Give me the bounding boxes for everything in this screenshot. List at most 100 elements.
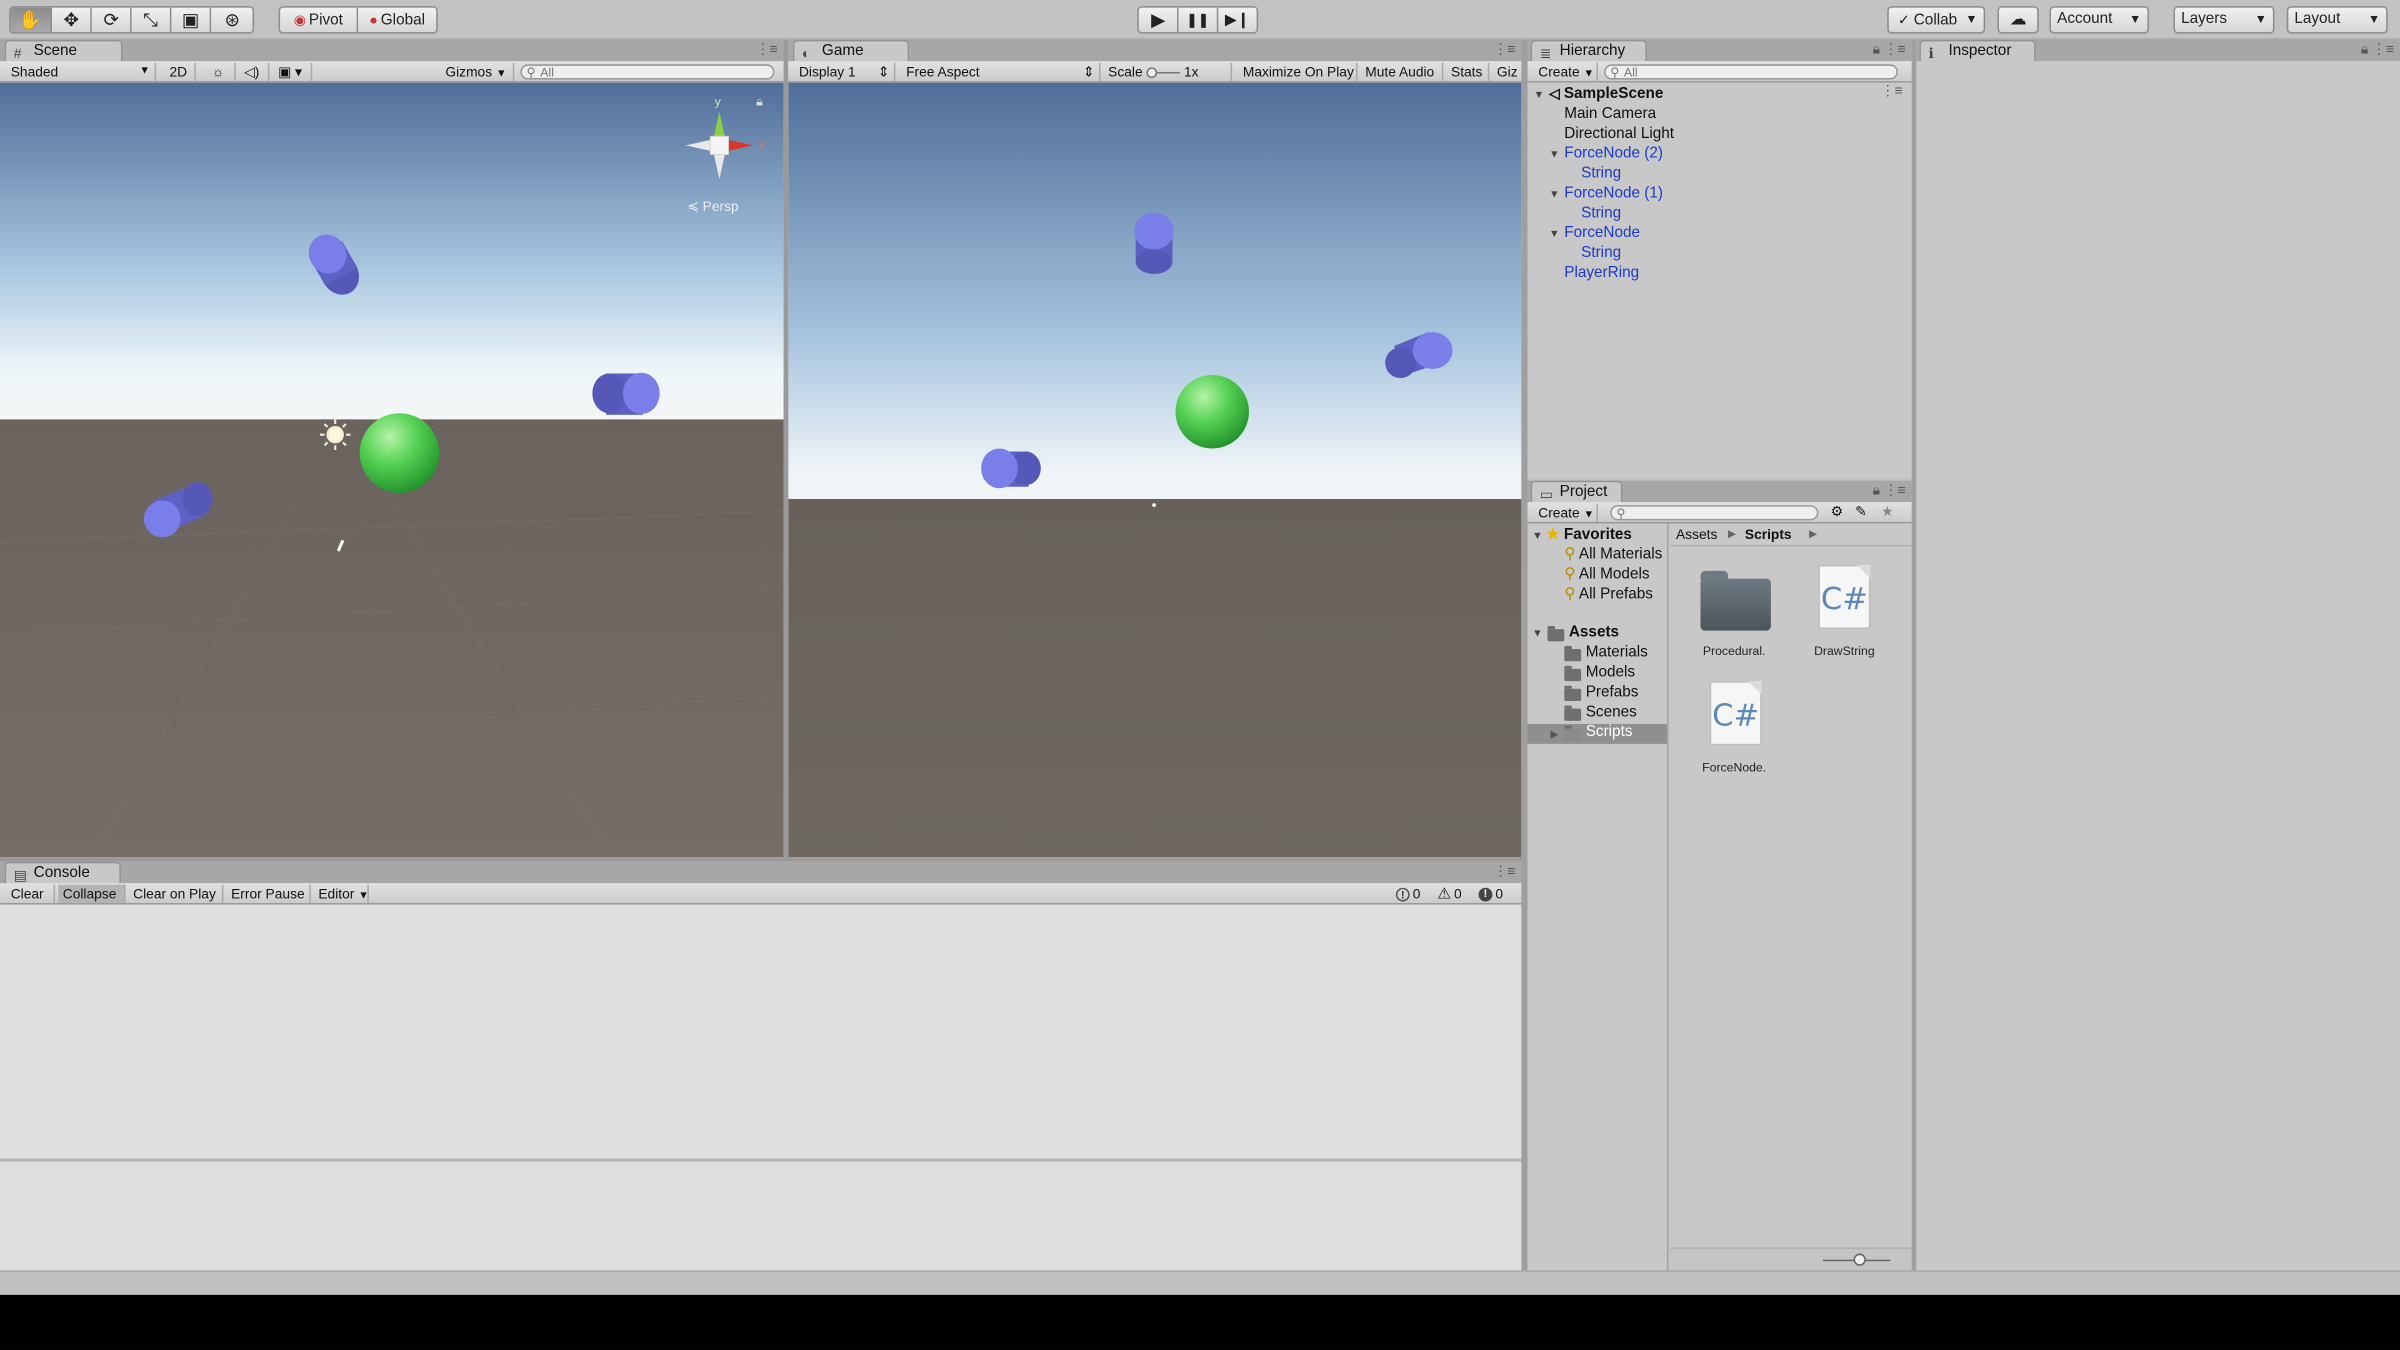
editor-dropdown[interactable]: Editor ▼: [314, 884, 369, 904]
panel-menu-icon[interactable]: ⋮≡: [1493, 863, 1515, 880]
tab-inspector[interactable]: ℹ Inspector: [1919, 39, 2036, 62]
hierarchy-item[interactable]: ForceNode: [1564, 223, 1640, 243]
hierarchy-item[interactable]: ForceNode (1): [1564, 184, 1663, 204]
play-button[interactable]: ▶: [1138, 7, 1180, 33]
hierarchy-item[interactable]: String: [1581, 243, 1621, 263]
hand-tool-button[interactable]: ✋: [10, 7, 52, 33]
hierarchy-create-dropdown[interactable]: Create ▼: [1534, 62, 1598, 82]
expand-triangle-icon[interactable]: ▼: [1549, 150, 1560, 161]
effects-dropdown[interactable]: ▣ ▾: [269, 62, 313, 82]
panel-menu-icon[interactable]: 🔒︎ ⋮≡: [1873, 482, 1906, 499]
gizmos-dropdown[interactable]: Gizmos ▼: [441, 62, 515, 82]
panel-menu-icon[interactable]: 🔒︎ ⋮≡: [2361, 41, 2394, 58]
panel-menu-icon[interactable]: ⋮≡: [1493, 41, 1515, 58]
tab-scene[interactable]: # Scene: [4, 39, 123, 62]
tab-project[interactable]: ▭ Project: [1530, 480, 1623, 503]
panel-menu-icon[interactable]: 🔒︎ ⋮≡: [1873, 41, 1906, 58]
panel-menu-icon[interactable]: ⋮≡: [756, 41, 778, 58]
hierarchy-item[interactable]: String: [1581, 164, 1621, 184]
slider-thumb[interactable]: [1146, 67, 1158, 79]
collapse-triangle-icon[interactable]: ▶: [1550, 729, 1558, 741]
move-tool-button[interactable]: ✥: [51, 7, 93, 33]
project-search-input[interactable]: ⚲: [1610, 505, 1819, 521]
favorite-item[interactable]: ⚲ All Models: [1564, 566, 1649, 583]
console-log-list[interactable]: [0, 904, 1522, 1159]
clear-on-play-toggle[interactable]: Clear on Play: [129, 884, 224, 904]
scene-viewport[interactable]: y x 🔒︎ ≼ Persp: [0, 82, 784, 858]
folder-icon[interactable]: [1700, 570, 1771, 631]
favorite-item[interactable]: ⚲ All Prefabs: [1564, 586, 1653, 603]
error-count-toggle[interactable]: ! 0: [1478, 886, 1503, 903]
lighting-toggle[interactable]: ☼: [202, 62, 236, 82]
game-viewport[interactable]: [788, 82, 1522, 858]
warning-count-toggle[interactable]: ⚠ 0: [1437, 886, 1461, 903]
folder-item-selected[interactable]: Scripts: [1586, 724, 1633, 741]
audio-toggle[interactable]: ◁): [236, 62, 270, 82]
cylinder-2[interactable]: [592, 372, 660, 415]
game-gizmos-dropdown[interactable]: Giz: [1492, 63, 1521, 81]
filter-label-icon[interactable]: ✎: [1855, 504, 1867, 521]
stats-toggle[interactable]: Stats: [1446, 62, 1490, 82]
slider-thumb[interactable]: [1853, 1253, 1866, 1266]
asset-label[interactable]: DrawString: [1798, 644, 1890, 658]
global-button[interactable]: ● Global: [358, 7, 437, 33]
2d-toggle[interactable]: 2D: [162, 62, 196, 82]
hierarchy-item[interactable]: String: [1581, 204, 1621, 224]
pause-button[interactable]: ❚❚: [1179, 7, 1218, 33]
cylinder-3[interactable]: [981, 448, 1041, 489]
scene-menu-icon[interactable]: ⋮≡: [1881, 83, 1903, 100]
hierarchy-item[interactable]: Main Camera: [1564, 104, 1656, 124]
layout-dropdown[interactable]: Layout ▼: [2286, 6, 2388, 34]
persp-label[interactable]: ≼ Persp: [687, 199, 738, 216]
breadcrumb-scripts[interactable]: Scripts: [1745, 527, 1792, 542]
filter-type-icon[interactable]: ⚙: [1831, 504, 1843, 521]
shading-mode-dropdown[interactable]: Shaded ▼: [6, 62, 157, 82]
expand-triangle-icon[interactable]: ▼: [1549, 230, 1560, 241]
csharp-script-icon[interactable]: C#: [1818, 564, 1871, 630]
cloud-button[interactable]: ☁: [1997, 6, 2039, 34]
lock-icon[interactable]: 🔒︎: [756, 95, 763, 110]
info-count-toggle[interactable]: ! 0: [1395, 886, 1420, 903]
transform-tool-button[interactable]: ⊛: [211, 7, 253, 33]
scale-slider[interactable]: Scale 1x: [1104, 62, 1233, 82]
green-sphere[interactable]: [359, 413, 440, 493]
folder-item[interactable]: Prefabs: [1586, 684, 1639, 701]
account-dropdown[interactable]: Account ▼: [2049, 6, 2149, 34]
favorite-item[interactable]: ⚲ All Materials: [1564, 546, 1662, 563]
tab-hierarchy[interactable]: ≣ Hierarchy: [1530, 39, 1647, 62]
hierarchy-item[interactable]: Directional Light: [1564, 124, 1674, 144]
pivot-button[interactable]: ◉ Pivot: [280, 7, 359, 33]
expand-triangle-icon[interactable]: ▼: [1549, 190, 1560, 201]
breadcrumb-assets[interactable]: Assets: [1676, 527, 1717, 542]
project-create-dropdown[interactable]: Create ▼: [1534, 503, 1598, 522]
scale-tool-button[interactable]: ⤡: [131, 7, 171, 33]
rotate-tool-button[interactable]: ⟳: [92, 7, 132, 33]
asset-label[interactable]: ForceNode.: [1688, 761, 1780, 775]
scene-root[interactable]: ◁ SampleScene: [1549, 84, 1663, 104]
error-pause-toggle[interactable]: Error Pause: [227, 884, 311, 904]
assets-node[interactable]: Assets: [1569, 624, 1619, 641]
asset-label[interactable]: Procedural.: [1688, 644, 1780, 658]
expand-triangle-icon[interactable]: ▼: [1534, 90, 1545, 101]
favorites-node[interactable]: ★ Favorites: [1546, 527, 1632, 544]
step-button[interactable]: ▶❙: [1217, 7, 1257, 33]
scene-search-input[interactable]: ⚲ All: [520, 64, 775, 80]
expand-triangle-icon[interactable]: ▼: [1532, 629, 1543, 640]
star-icon[interactable]: ★: [1881, 504, 1893, 521]
folder-item[interactable]: Materials: [1586, 644, 1648, 661]
expand-triangle-icon[interactable]: ▼: [1532, 531, 1543, 542]
hierarchy-item[interactable]: ForceNode (2): [1564, 144, 1663, 164]
rect-tool-button[interactable]: ▣: [170, 7, 212, 33]
maximize-on-play-toggle[interactable]: Maximize On Play: [1238, 62, 1358, 82]
collab-button[interactable]: ✓ Collab ▼: [1887, 6, 1986, 34]
layers-dropdown[interactable]: Layers ▼: [2173, 6, 2275, 34]
folder-item[interactable]: Scenes: [1586, 704, 1637, 721]
green-sphere[interactable]: [1175, 374, 1249, 449]
cylinder-1[interactable]: [1134, 212, 1174, 274]
folder-item[interactable]: Models: [1586, 664, 1635, 681]
display-dropdown[interactable]: Display 1 ⇕: [794, 62, 896, 82]
tab-game[interactable]: ◐ Game: [792, 39, 910, 62]
clear-button[interactable]: Clear: [6, 884, 56, 904]
mute-audio-toggle[interactable]: Mute Audio: [1361, 62, 1444, 82]
collapse-toggle[interactable]: Collapse: [58, 884, 126, 904]
